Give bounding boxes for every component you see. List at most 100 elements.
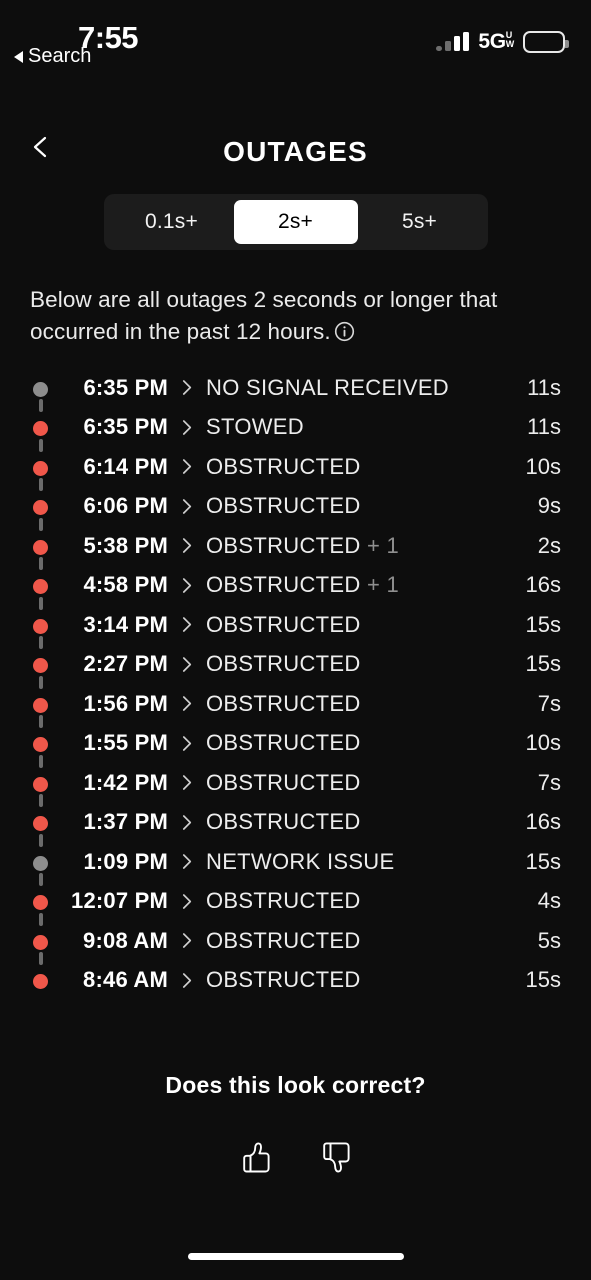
cellular-signal-icon (436, 32, 470, 51)
timeline-marker (28, 724, 54, 768)
outage-row[interactable]: 1:09 PM NETWORK ISSUE 15s (0, 842, 591, 886)
outage-label: OBSTRUCTED (206, 730, 361, 756)
timeline-connector (38, 478, 43, 491)
chevron-right-icon[interactable] (168, 734, 206, 753)
severity-dot-icon (33, 658, 48, 673)
severity-dot-icon (33, 816, 48, 831)
outage-row[interactable]: 1:56 PM OBSTRUCTED 7s (0, 684, 591, 728)
outage-duration: 15s (525, 848, 561, 874)
outage-row[interactable]: 1:37 PM OBSTRUCTED 16s (0, 803, 591, 847)
outage-row[interactable]: 6:06 PM OBSTRUCTED 9s (0, 487, 591, 531)
timeline-connector (38, 557, 43, 570)
outage-time: 1:37 PM (83, 809, 168, 835)
outage-time: 8:46 AM (83, 967, 168, 993)
timeline-marker (28, 645, 54, 689)
chevron-right-icon[interactable] (168, 457, 206, 476)
description-text: Below are all outages 2 seconds or longe… (30, 284, 561, 348)
chevron-right-icon[interactable] (168, 892, 206, 911)
timeline-marker (28, 566, 54, 610)
severity-dot-icon (33, 500, 48, 515)
outage-time: 1:42 PM (83, 769, 168, 795)
filter-option-2[interactable]: 5s+ (358, 200, 482, 244)
outage-duration: 16s (525, 809, 561, 835)
outage-row[interactable]: 2:27 PM OBSTRUCTED 15s (0, 645, 591, 689)
chevron-right-icon[interactable] (168, 773, 206, 792)
chevron-right-icon[interactable] (168, 615, 206, 634)
outage-time: 5:38 PM (83, 532, 168, 558)
chevron-right-icon[interactable] (168, 655, 206, 674)
return-to-search-link[interactable]: Search (14, 45, 91, 68)
timeline-marker (28, 803, 54, 847)
back-button[interactable] (28, 134, 54, 160)
outage-time: 2:27 PM (83, 651, 168, 677)
outage-label-wrap: OBSTRUCTED (206, 651, 515, 677)
chevron-right-icon[interactable] (168, 971, 206, 990)
timeline-connector (38, 873, 43, 886)
outage-label: OBSTRUCTED (206, 572, 361, 598)
severity-dot-icon (33, 895, 48, 910)
thumbs-down-button[interactable] (314, 1135, 358, 1179)
timeline-marker (28, 447, 54, 491)
chevron-right-icon[interactable] (168, 576, 206, 595)
outage-time: 6:35 PM (83, 414, 168, 440)
outage-row[interactable]: 8:46 AM OBSTRUCTED 15s (0, 961, 591, 1001)
timeline-marker (28, 961, 54, 1001)
timeline-marker (28, 842, 54, 886)
outage-row[interactable]: 4:58 PM OBSTRUCTED + 1 16s (0, 566, 591, 610)
outage-time: 6:14 PM (83, 453, 168, 479)
return-to-search-label: Search (28, 45, 92, 67)
severity-dot-icon (33, 776, 48, 792)
chevron-right-icon[interactable] (168, 694, 206, 713)
outage-row[interactable]: 3:14 PM OBSTRUCTED 15s (0, 605, 591, 649)
description-copy: Below are all outages 2 seconds or longe… (30, 287, 498, 344)
outage-row[interactable]: 1:42 PM OBSTRUCTED 7s (0, 763, 591, 807)
network-type-text: 5G (478, 30, 506, 53)
outage-row[interactable]: 5:38 PM OBSTRUCTED + 1 2s (0, 526, 591, 570)
filter-option-1[interactable]: 2s+ (233, 200, 358, 244)
outage-duration: 4s (537, 888, 561, 914)
outage-label-wrap: OBSTRUCTED + 1 (206, 533, 515, 559)
feedback-section: Does this look correct? (0, 1072, 591, 1179)
outage-row[interactable]: 6:35 PM NO SIGNAL RECEIVED 11s (0, 368, 591, 412)
thumbs-up-button[interactable] (234, 1135, 278, 1179)
timeline-connector (38, 636, 43, 649)
outage-list: 6:35 PM NO SIGNAL RECEIVED 11s 6:35 PM STOWE… (0, 368, 591, 1000)
timeline-marker (28, 684, 54, 728)
outage-row[interactable]: 6:14 PM OBSTRUCTED 10s (0, 447, 591, 491)
outage-label: OBSTRUCTED (206, 927, 361, 953)
outage-time: 9:08 AM (83, 927, 168, 953)
outage-label-wrap: OBSTRUCTED (206, 809, 515, 835)
outage-extra-count: + 1 (366, 572, 400, 598)
outage-duration: 10s (525, 453, 561, 479)
chevron-right-icon[interactable] (168, 418, 206, 437)
filter-option-0[interactable]: 0.1s+ (110, 200, 234, 244)
info-icon[interactable] (334, 319, 355, 342)
timeline-marker (28, 526, 54, 570)
outage-label: OBSTRUCTED (206, 769, 361, 795)
outage-duration: 7s (537, 690, 561, 716)
chevron-right-icon[interactable] (168, 497, 206, 516)
outage-row[interactable]: 6:35 PM STOWED 11s (0, 408, 591, 452)
outage-row[interactable]: 12:07 PM OBSTRUCTED 4s (0, 882, 591, 926)
outage-duration: 10s (525, 730, 561, 756)
battery-icon (523, 31, 569, 53)
outage-row[interactable]: 1:55 PM OBSTRUCTED 10s (0, 724, 591, 768)
outage-duration: 2s (537, 532, 561, 558)
severity-dot-icon (33, 460, 48, 476)
chevron-right-icon[interactable] (168, 813, 206, 832)
severity-dot-icon (33, 539, 48, 555)
outage-extra-count: + 1 (366, 532, 400, 558)
outage-label: STOWED (206, 414, 304, 440)
chevron-right-icon[interactable] (168, 378, 206, 397)
outage-row[interactable]: 9:08 AM OBSTRUCTED 5s (0, 921, 591, 965)
chevron-right-icon[interactable] (168, 852, 206, 871)
outage-duration: 7s (537, 769, 561, 795)
chevron-right-icon[interactable] (168, 931, 206, 950)
timeline-connector (38, 912, 43, 926)
outage-duration: 15s (525, 967, 561, 993)
outage-label: OBSTRUCTED (206, 651, 361, 677)
timeline-connector (38, 517, 43, 531)
chevron-right-icon[interactable] (168, 536, 206, 555)
outage-duration: 15s (525, 651, 561, 677)
timeline-marker (28, 763, 54, 807)
